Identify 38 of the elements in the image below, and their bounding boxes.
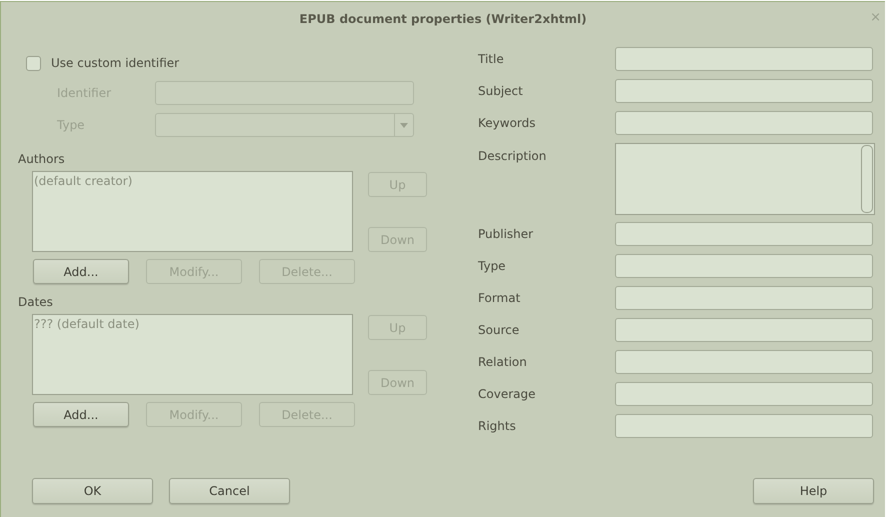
description-field[interactable] <box>615 143 875 215</box>
dialog-button[interactable]: Cancel <box>169 478 290 504</box>
property-label: Coverage <box>478 387 536 401</box>
property-field[interactable] <box>615 382 873 406</box>
checkbox[interactable] <box>26 56 41 70</box>
property-label: Format <box>478 291 522 305</box>
property-label: Publisher <box>478 227 534 241</box>
property-label: Type <box>478 259 507 273</box>
checkbox-label[interactable]: Use custom identifier <box>51 56 180 70</box>
property-field[interactable] <box>615 79 873 103</box>
property-label: Keywords <box>478 116 537 130</box>
property-field[interactable] <box>615 414 873 438</box>
property-field[interactable] <box>615 222 873 246</box>
property-field[interactable] <box>615 286 873 310</box>
list-item[interactable]: ??? (default date) <box>34 317 140 331</box>
property-field[interactable] <box>615 111 873 135</box>
list-item[interactable]: (default creator) <box>34 174 132 188</box>
property-field[interactable] <box>615 47 873 71</box>
property-field[interactable] <box>615 350 873 374</box>
dropdown-arrow-icon <box>400 122 408 128</box>
dialog-button[interactable]: OK <box>32 478 153 504</box>
property-label: Subject <box>478 84 524 98</box>
list-action-button[interactable]: Add... <box>33 402 129 427</box>
list-action-button[interactable]: Add... <box>33 259 129 284</box>
section-label: Authors <box>18 152 66 168</box>
property-label: Source <box>478 323 520 337</box>
help-button[interactable]: Help <box>753 478 874 504</box>
close-button[interactable]: × <box>868 10 883 25</box>
property-field[interactable] <box>615 254 873 278</box>
type-dropdown[interactable] <box>155 113 414 137</box>
scrollbar[interactable] <box>861 145 873 213</box>
property-label: Title <box>478 52 505 66</box>
section-label: Dates <box>18 295 54 311</box>
property-label: Relation <box>478 355 528 369</box>
property-label: Description <box>478 149 548 163</box>
property-field[interactable] <box>615 318 873 342</box>
property-label: Rights <box>478 419 517 433</box>
window-title: EPUB document properties (Writer2xhtml) <box>299 12 587 26</box>
